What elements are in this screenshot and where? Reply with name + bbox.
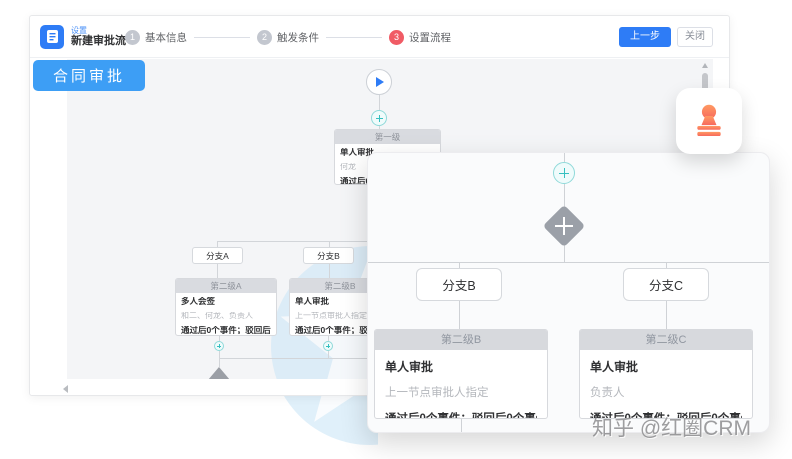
branch-node-c[interactable]: 分支C (623, 268, 709, 301)
node-assignee: 和二、何龙、负责人 (181, 312, 271, 320)
node-type: 多人会签 (181, 297, 271, 306)
start-node[interactable] (366, 69, 392, 95)
node-type: 单人审批 (590, 358, 742, 375)
app-header: 设置 新建审批流 1 基本信息 2 触发条件 3 设置流程 (30, 16, 729, 58)
approval-node-level2a[interactable]: 第二级A 多人会签 和二、何龙、负责人 通过后0个事件；驳回后0个事件 (175, 278, 277, 336)
connector-line (564, 153, 565, 162)
previous-step-button[interactable]: 上一步 (619, 27, 671, 47)
branch-node-a[interactable]: 分支A (192, 247, 243, 264)
connector-line (368, 262, 770, 263)
node-events: 通过后0个事件；驳回后0个事件 (385, 410, 537, 419)
scroll-up-icon[interactable] (702, 63, 708, 68)
breadcrumb-category: 设置 (71, 26, 126, 35)
step-number-badge: 2 (257, 30, 272, 45)
node-header: 第一级 (335, 130, 440, 144)
page-title: 新建审批流 (71, 35, 126, 48)
add-node-button[interactable] (553, 162, 575, 184)
step-trigger-condition[interactable]: 2 触发条件 (257, 30, 319, 45)
connector-line (329, 264, 330, 278)
node-header: 第二级B (375, 330, 547, 350)
page: 设置 新建审批流 1 基本信息 2 触发条件 3 设置流程 (0, 0, 792, 459)
scroll-left-icon[interactable] (63, 385, 68, 393)
step-number-badge: 3 (389, 30, 404, 45)
node-events: 通过后0个事件；驳回后0个事件 (181, 326, 271, 335)
connector-line (666, 301, 667, 329)
stamp-card (676, 88, 742, 154)
stamp-icon (689, 101, 729, 141)
add-node-button[interactable] (371, 110, 387, 126)
step-connector (326, 37, 382, 38)
connector-line (459, 301, 460, 329)
zoom-detail-panel: 分支B 分支C 第二级B 单人审批 上一节点审批人指定 通过后0个事件；驳回后0… (367, 152, 770, 433)
connector-line (328, 351, 329, 358)
node-assignee: 上一节点审批人指定 (385, 384, 537, 400)
add-node-button[interactable] (214, 341, 224, 351)
connector-line (461, 419, 462, 433)
add-node-button[interactable] (323, 341, 333, 351)
branch-node-b[interactable]: 分支B (303, 247, 354, 264)
flow-name-tag: 合同审批 (33, 60, 145, 91)
close-button[interactable]: 关闭 (677, 27, 713, 47)
star-circle-logo (230, 396, 378, 459)
watermark-text: 知乎 @红圈CRM (592, 412, 751, 442)
triangle-end-icon (208, 367, 230, 379)
node-assignee: 负责人 (590, 384, 742, 400)
diamond-plus-icon[interactable] (543, 205, 585, 247)
connector-line (219, 351, 220, 358)
node-header: 第二级C (580, 330, 752, 350)
step-basic-info[interactable]: 1 基本信息 (125, 30, 187, 45)
app-titles: 设置 新建审批流 (71, 26, 126, 48)
connector-line (379, 95, 380, 110)
step-connector (194, 37, 250, 38)
step-set-process[interactable]: 3 设置流程 (389, 30, 451, 45)
approval-node-level2c[interactable]: 第二级C 单人审批 负责人 通过后0个事件；驳回后0个事件 (579, 329, 753, 419)
connector-line (219, 358, 220, 367)
branch-node-b[interactable]: 分支B (416, 268, 502, 301)
connector-line (217, 264, 218, 278)
document-icon (40, 25, 64, 49)
play-icon (376, 77, 384, 87)
step-number-badge: 1 (125, 30, 140, 45)
header-buttons: 上一步 关闭 (619, 27, 713, 47)
node-header: 第二级A (176, 279, 276, 293)
wizard-steps: 1 基本信息 2 触发条件 3 设置流程 (125, 16, 451, 58)
node-type: 单人审批 (385, 358, 537, 375)
approval-node-level2b[interactable]: 第二级B 单人审批 上一节点审批人指定 通过后0个事件；驳回后0个事件 (374, 329, 548, 419)
